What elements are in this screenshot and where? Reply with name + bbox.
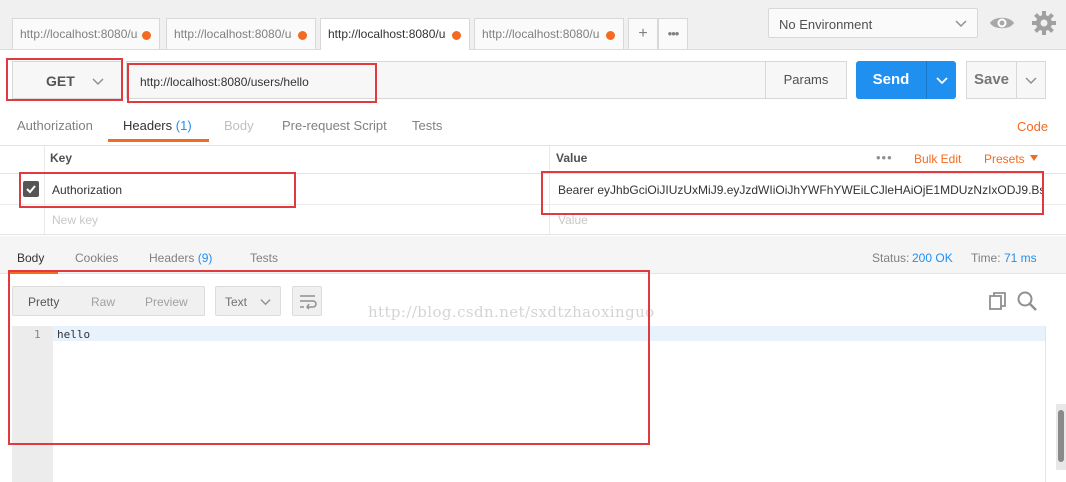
eye-icon[interactable] <box>988 9 1016 37</box>
environment-select[interactable]: No Environment <box>768 8 978 38</box>
save-button[interactable]: Save <box>966 61 1017 99</box>
copy-icon[interactable] <box>987 290 1009 312</box>
value-column-header: Value <box>556 151 588 165</box>
code-link[interactable]: Code <box>1017 119 1048 134</box>
unsaved-dot-icon <box>452 31 461 40</box>
request-tab[interactable]: http://localhost:8080/users/hello <box>166 18 316 49</box>
send-options-button[interactable] <box>926 61 956 99</box>
response-tab-headers-count: (9) <box>197 251 213 265</box>
tab-authorization[interactable]: Authorization <box>17 118 93 133</box>
chevron-down-icon <box>955 20 967 28</box>
status-label: Status: <box>872 251 910 265</box>
scrollbar-thumb[interactable] <box>1058 410 1064 462</box>
chevron-down-icon <box>1025 77 1037 85</box>
status-value[interactable]: 200 OK <box>912 251 953 265</box>
response-tab-headers-label: Headers <box>149 251 195 265</box>
annotation-box-url <box>127 63 377 103</box>
request-tab-label: http://localhost:8080/users/hello <box>20 27 138 41</box>
response-tab-cookies[interactable]: Cookies <box>75 251 118 265</box>
unsaved-dot-icon <box>142 31 151 40</box>
tab-more-button[interactable]: ••• <box>658 18 688 49</box>
new-key-input[interactable]: New key <box>52 213 98 227</box>
request-tab-label: http://localhost:8080/users/hello <box>482 27 600 41</box>
gear-icon[interactable] <box>1030 9 1058 37</box>
response-tab-headers[interactable]: Headers (9) <box>149 251 212 265</box>
annotation-box-response <box>8 270 650 445</box>
new-tab-button[interactable]: + <box>628 18 658 49</box>
request-tab-active[interactable]: http://localhost:8080/users/hello <box>320 18 470 50</box>
new-value-input[interactable]: Value <box>558 213 588 227</box>
unsaved-dot-icon <box>606 31 615 40</box>
request-tab[interactable]: http://localhost:8080/users/hello <box>12 18 160 49</box>
tab-headers-label: Headers <box>123 118 173 133</box>
tab-prerequest-script[interactable]: Pre-request Script <box>282 118 387 133</box>
tab-body[interactable]: Body <box>224 118 254 133</box>
active-tab-indicator <box>108 139 209 142</box>
column-options-button[interactable]: ••• <box>876 150 893 165</box>
request-tab-label: http://localhost:8080/users/hello <box>328 27 446 41</box>
annotation-box-header-value <box>541 171 1044 215</box>
tab-tests[interactable]: Tests <box>412 118 442 133</box>
send-button[interactable]: Send <box>856 61 926 99</box>
unsaved-dot-icon <box>298 31 307 40</box>
divider <box>0 145 1066 146</box>
caret-down-icon <box>1030 155 1038 161</box>
response-tab-body[interactable]: Body <box>17 251 44 265</box>
tab-headers-count: (1) <box>175 118 192 133</box>
search-icon[interactable] <box>1016 290 1038 312</box>
presets-link[interactable]: Presets <box>984 152 1025 166</box>
chevron-down-icon <box>936 77 948 85</box>
params-button[interactable]: Params <box>765 61 847 99</box>
divider <box>0 234 1066 235</box>
bulk-edit-link[interactable]: Bulk Edit <box>914 152 961 166</box>
annotation-box-method <box>6 58 123 101</box>
annotation-box-header-key <box>19 172 296 208</box>
time-value[interactable]: 71 ms <box>1004 251 1037 265</box>
save-options-button[interactable] <box>1016 61 1046 99</box>
response-tab-tests[interactable]: Tests <box>250 251 278 265</box>
request-tab[interactable]: http://localhost:8080/users/hello <box>474 18 624 49</box>
key-column-header: Key <box>50 151 73 165</box>
tab-headers[interactable]: Headers (1) <box>123 118 192 133</box>
request-tab-label: http://localhost:8080/users/hello <box>174 27 292 41</box>
time-label: Time: <box>971 251 1001 265</box>
environment-select-value: No Environment <box>779 17 873 32</box>
